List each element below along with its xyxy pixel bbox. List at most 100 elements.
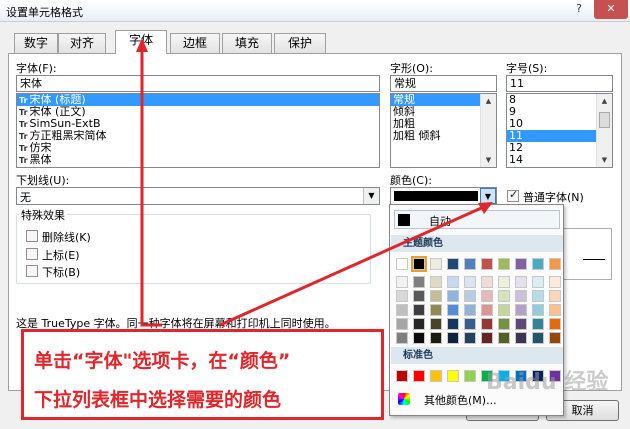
theme-shade-swatch[interactable] bbox=[532, 332, 544, 344]
color-select[interactable]: ▼ bbox=[390, 187, 497, 205]
font-list[interactable]: Tr 宋体 (标题) Tr 宋体 (正文) Tr SimSun-ExtB Tr 方正粗黑… bbox=[16, 93, 380, 168]
theme-shade-swatch[interactable] bbox=[464, 318, 476, 330]
theme-shade-swatch[interactable] bbox=[447, 332, 459, 344]
font-list-item[interactable]: Tr 方正粗黑宋简体 bbox=[17, 130, 379, 142]
theme-shade-swatch[interactable] bbox=[430, 290, 442, 302]
theme-color-swatch[interactable] bbox=[447, 258, 459, 270]
theme-shade-swatch[interactable] bbox=[532, 304, 544, 316]
theme-shade-swatch[interactable] bbox=[481, 318, 493, 330]
tab-protection[interactable]: 保护 bbox=[274, 33, 326, 53]
automatic-color-option[interactable]: 自动 bbox=[394, 210, 560, 229]
theme-shade-swatch[interactable] bbox=[498, 304, 510, 316]
theme-shade-swatch[interactable] bbox=[498, 276, 510, 288]
tab-font[interactable]: 字体 bbox=[115, 30, 167, 54]
scroll-down-icon[interactable]: ▼ bbox=[597, 153, 612, 167]
standard-color-swatch[interactable] bbox=[464, 370, 476, 382]
theme-shade-swatch[interactable] bbox=[396, 332, 408, 344]
font-list-item[interactable]: Tr SimSun-ExtB bbox=[17, 118, 379, 130]
theme-shade-swatch[interactable] bbox=[464, 276, 476, 288]
tab-fill[interactable]: 填充 bbox=[222, 33, 272, 53]
chevron-down-icon[interactable]: ▼ bbox=[480, 188, 496, 204]
scroll-up-icon[interactable]: ▲ bbox=[597, 94, 612, 108]
theme-shade-swatch[interactable] bbox=[413, 318, 425, 330]
theme-color-swatch[interactable] bbox=[430, 258, 442, 270]
theme-color-swatch[interactable] bbox=[515, 258, 527, 270]
tab-border[interactable]: 边框 bbox=[170, 33, 220, 53]
theme-shade-swatch[interactable] bbox=[532, 318, 544, 330]
theme-color-swatch[interactable] bbox=[481, 258, 493, 270]
subscript-checkbox[interactable] bbox=[26, 265, 38, 277]
theme-shade-swatch[interactable] bbox=[447, 290, 459, 302]
theme-shade-swatch[interactable] bbox=[464, 290, 476, 302]
theme-shade-swatch[interactable] bbox=[430, 332, 442, 344]
font-list-item[interactable]: Tr 宋体 (标题) bbox=[17, 94, 379, 106]
theme-shade-swatch[interactable] bbox=[481, 332, 493, 344]
font-list-item[interactable]: Tr 黑体 bbox=[17, 154, 379, 166]
theme-shade-swatch[interactable] bbox=[549, 304, 561, 316]
theme-shade-swatch[interactable] bbox=[413, 290, 425, 302]
scroll-up-icon[interactable]: ▲ bbox=[481, 94, 496, 108]
theme-shade-swatch[interactable] bbox=[532, 290, 544, 302]
superscript-checkbox[interactable] bbox=[26, 248, 38, 260]
theme-shade-swatch[interactable] bbox=[430, 276, 442, 288]
standard-color-swatch[interactable] bbox=[447, 370, 459, 382]
theme-shade-swatch[interactable] bbox=[430, 318, 442, 330]
theme-shade-swatch[interactable] bbox=[413, 332, 425, 344]
font-input[interactable]: 宋体 bbox=[16, 75, 380, 92]
style-input[interactable]: 常规 bbox=[390, 75, 497, 92]
font-list-item[interactable]: Tr 仿宋 bbox=[17, 142, 379, 154]
standard-color-swatch[interactable] bbox=[430, 370, 442, 382]
theme-color-swatch[interactable] bbox=[549, 258, 561, 270]
normal-font-checkbox[interactable] bbox=[507, 188, 519, 202]
tab-alignment[interactable]: 对齐 bbox=[58, 33, 106, 53]
strikethrough-checkbox[interactable] bbox=[26, 230, 38, 242]
theme-shade-swatch[interactable] bbox=[515, 290, 527, 302]
close-button[interactable]: ✕ bbox=[594, 0, 628, 19]
theme-shade-swatch[interactable] bbox=[447, 304, 459, 316]
theme-shade-swatch[interactable] bbox=[396, 276, 408, 288]
underline-select[interactable]: 无 ▼ bbox=[16, 187, 380, 205]
font-list-item[interactable]: Tr 宋体 (正文) bbox=[17, 106, 379, 118]
theme-shade-swatch[interactable] bbox=[498, 318, 510, 330]
theme-shade-swatch[interactable] bbox=[396, 304, 408, 316]
theme-shade-swatch[interactable] bbox=[396, 290, 408, 302]
tab-number[interactable]: 数字 bbox=[14, 33, 58, 53]
theme-color-swatch[interactable] bbox=[464, 258, 476, 270]
chevron-down-icon[interactable]: ▼ bbox=[363, 188, 379, 204]
size-input[interactable]: 11 bbox=[506, 75, 613, 92]
theme-shade-swatch[interactable] bbox=[515, 332, 527, 344]
theme-shade-swatch[interactable] bbox=[447, 318, 459, 330]
size-scrollbar[interactable]: ▲ ▼ bbox=[596, 94, 612, 167]
theme-color-swatch[interactable] bbox=[396, 258, 408, 270]
theme-shade-swatch[interactable] bbox=[532, 276, 544, 288]
theme-shade-swatch[interactable] bbox=[413, 304, 425, 316]
theme-color-swatch[interactable] bbox=[411, 256, 427, 272]
style-scrollbar[interactable]: ▲ ▼ bbox=[480, 94, 496, 167]
theme-shade-swatch[interactable] bbox=[549, 276, 561, 288]
standard-color-swatch[interactable] bbox=[413, 370, 425, 382]
theme-shade-swatch[interactable] bbox=[549, 290, 561, 302]
size-list[interactable]: 8 9 10 11 12 14 ▲ ▼ bbox=[506, 93, 613, 168]
theme-color-swatch[interactable] bbox=[532, 258, 544, 270]
theme-shade-swatch[interactable] bbox=[430, 304, 442, 316]
theme-shade-swatch[interactable] bbox=[464, 332, 476, 344]
theme-shade-swatch[interactable] bbox=[515, 276, 527, 288]
style-list[interactable]: 常规 倾斜 加粗 加粗 倾斜 ▲ ▼ bbox=[390, 93, 497, 168]
theme-shade-swatch[interactable] bbox=[515, 318, 527, 330]
scroll-down-icon[interactable]: ▼ bbox=[481, 153, 496, 167]
standard-color-swatch[interactable] bbox=[396, 370, 408, 382]
theme-shade-swatch[interactable] bbox=[464, 304, 476, 316]
theme-shade-swatch[interactable] bbox=[549, 332, 561, 344]
theme-shade-swatch[interactable] bbox=[498, 290, 510, 302]
theme-shade-swatch[interactable] bbox=[515, 304, 527, 316]
theme-shade-swatch[interactable] bbox=[481, 304, 493, 316]
help-button[interactable]: ? bbox=[566, 0, 592, 19]
theme-shade-swatch[interactable] bbox=[481, 290, 493, 302]
theme-shade-swatch[interactable] bbox=[413, 276, 425, 288]
theme-shade-swatch[interactable] bbox=[498, 332, 510, 344]
theme-shade-swatch[interactable] bbox=[549, 318, 561, 330]
theme-shade-swatch[interactable] bbox=[396, 318, 408, 330]
theme-shade-swatch[interactable] bbox=[481, 276, 493, 288]
theme-color-swatch[interactable] bbox=[498, 258, 510, 270]
theme-shade-swatch[interactable] bbox=[447, 276, 459, 288]
